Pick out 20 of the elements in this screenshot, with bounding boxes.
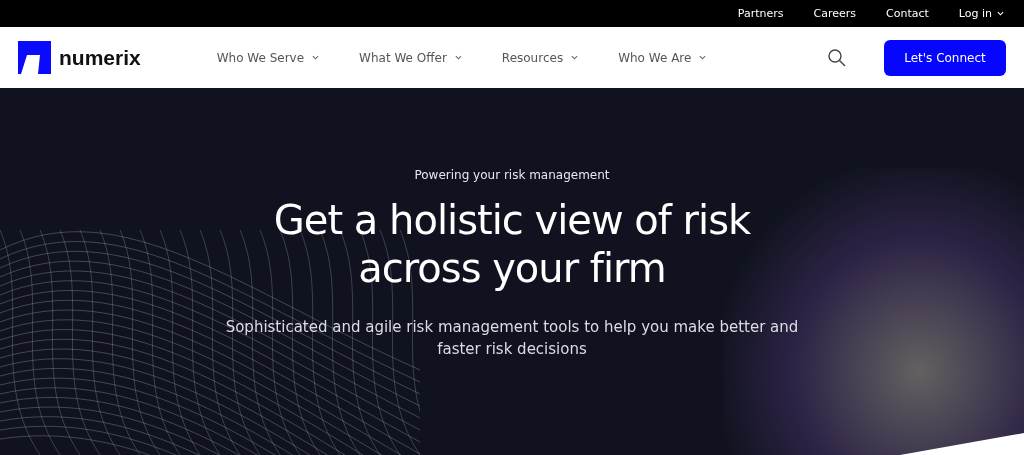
top-link[interactable]: Careers [813,7,857,20]
top-link[interactable]: Partners [737,7,784,20]
caret-icon [997,11,1004,16]
caret-icon [454,55,462,60]
nav-menu-item[interactable]: Who We Serve [216,50,320,65]
nav-menu-item[interactable]: What We Offer [359,50,462,65]
hero-subtitle: Sophisticated and agile risk management tools to help you make better and faster risk decisions [225,317,799,360]
hero-eyebrow: Powering your risk management [414,168,610,182]
hero-title: Get a holistic view of risk across your firm [273,196,751,292]
search-icon[interactable] [828,48,846,67]
nav-menu-item[interactable]: Who We Are [618,50,707,65]
lets-connect-button[interactable]: Let's Connect [884,39,1006,76]
top-link[interactable]: Log in [958,7,1004,20]
caret-icon [571,55,579,60]
nav-menu-item[interactable]: Resources [501,50,579,65]
logo-text: numerix [59,45,141,70]
caret-icon [312,55,320,60]
caret-icon [699,55,707,60]
top-link[interactable]: Contact [886,7,929,20]
logo-icon [18,41,51,74]
